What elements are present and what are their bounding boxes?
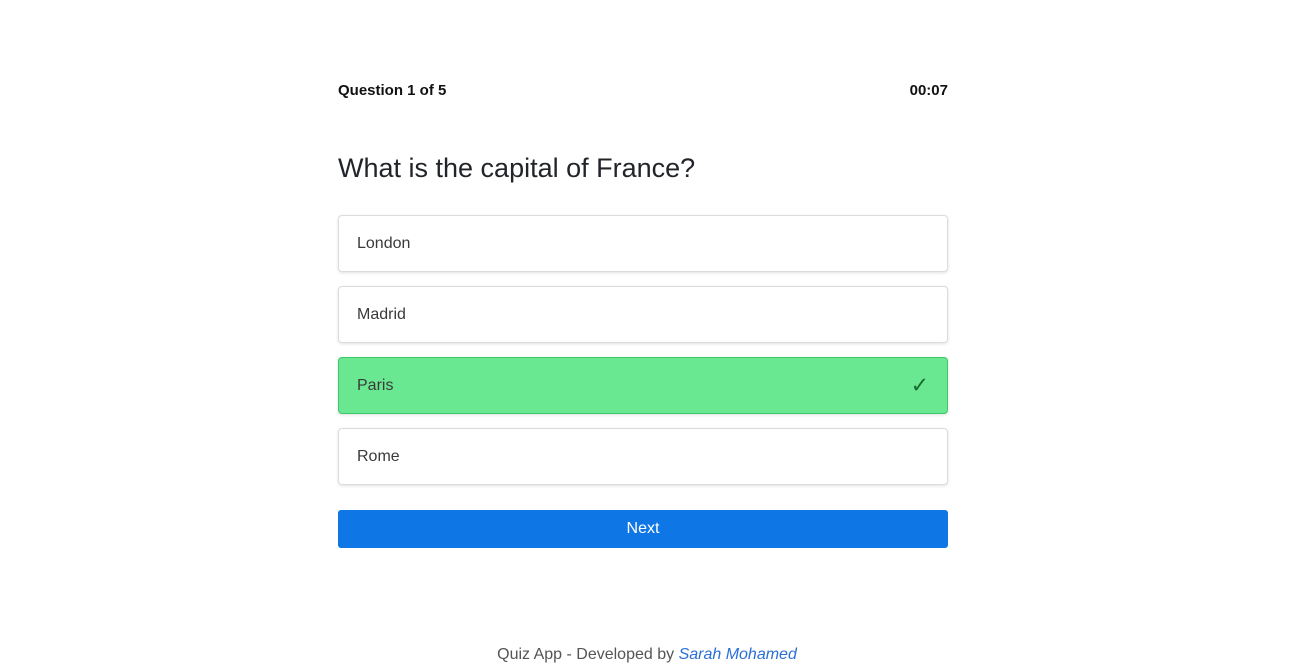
answer-option-label: Rome <box>357 447 400 465</box>
author-link[interactable]: Sarah Mohamed <box>679 646 797 663</box>
footer: Quiz App - Developed by Sarah Mohamed <box>0 646 1294 664</box>
answer-option-paris[interactable]: Paris ✓ <box>338 357 948 414</box>
answer-option-label: Madrid <box>357 305 406 323</box>
next-button[interactable]: Next <box>338 510 948 548</box>
check-icon: ✓ <box>910 373 929 398</box>
answer-option-rome[interactable]: Rome <box>338 428 948 485</box>
answer-option-madrid[interactable]: Madrid <box>338 286 948 343</box>
answer-option-label: Paris <box>357 376 394 394</box>
question-text: What is the capital of France? <box>338 153 696 183</box>
answer-options: London Madrid Paris ✓ Rome <box>338 215 948 499</box>
quiz-timer: 00:07 <box>909 82 948 99</box>
quiz-meta-row: Question 1 of 5 00:07 <box>338 82 948 102</box>
answer-option-label: London <box>357 234 411 252</box>
answer-option-london[interactable]: London <box>338 215 948 272</box>
question-progress: Question 1 of 5 <box>338 82 447 99</box>
footer-text: Quiz App - Developed by <box>497 646 679 663</box>
